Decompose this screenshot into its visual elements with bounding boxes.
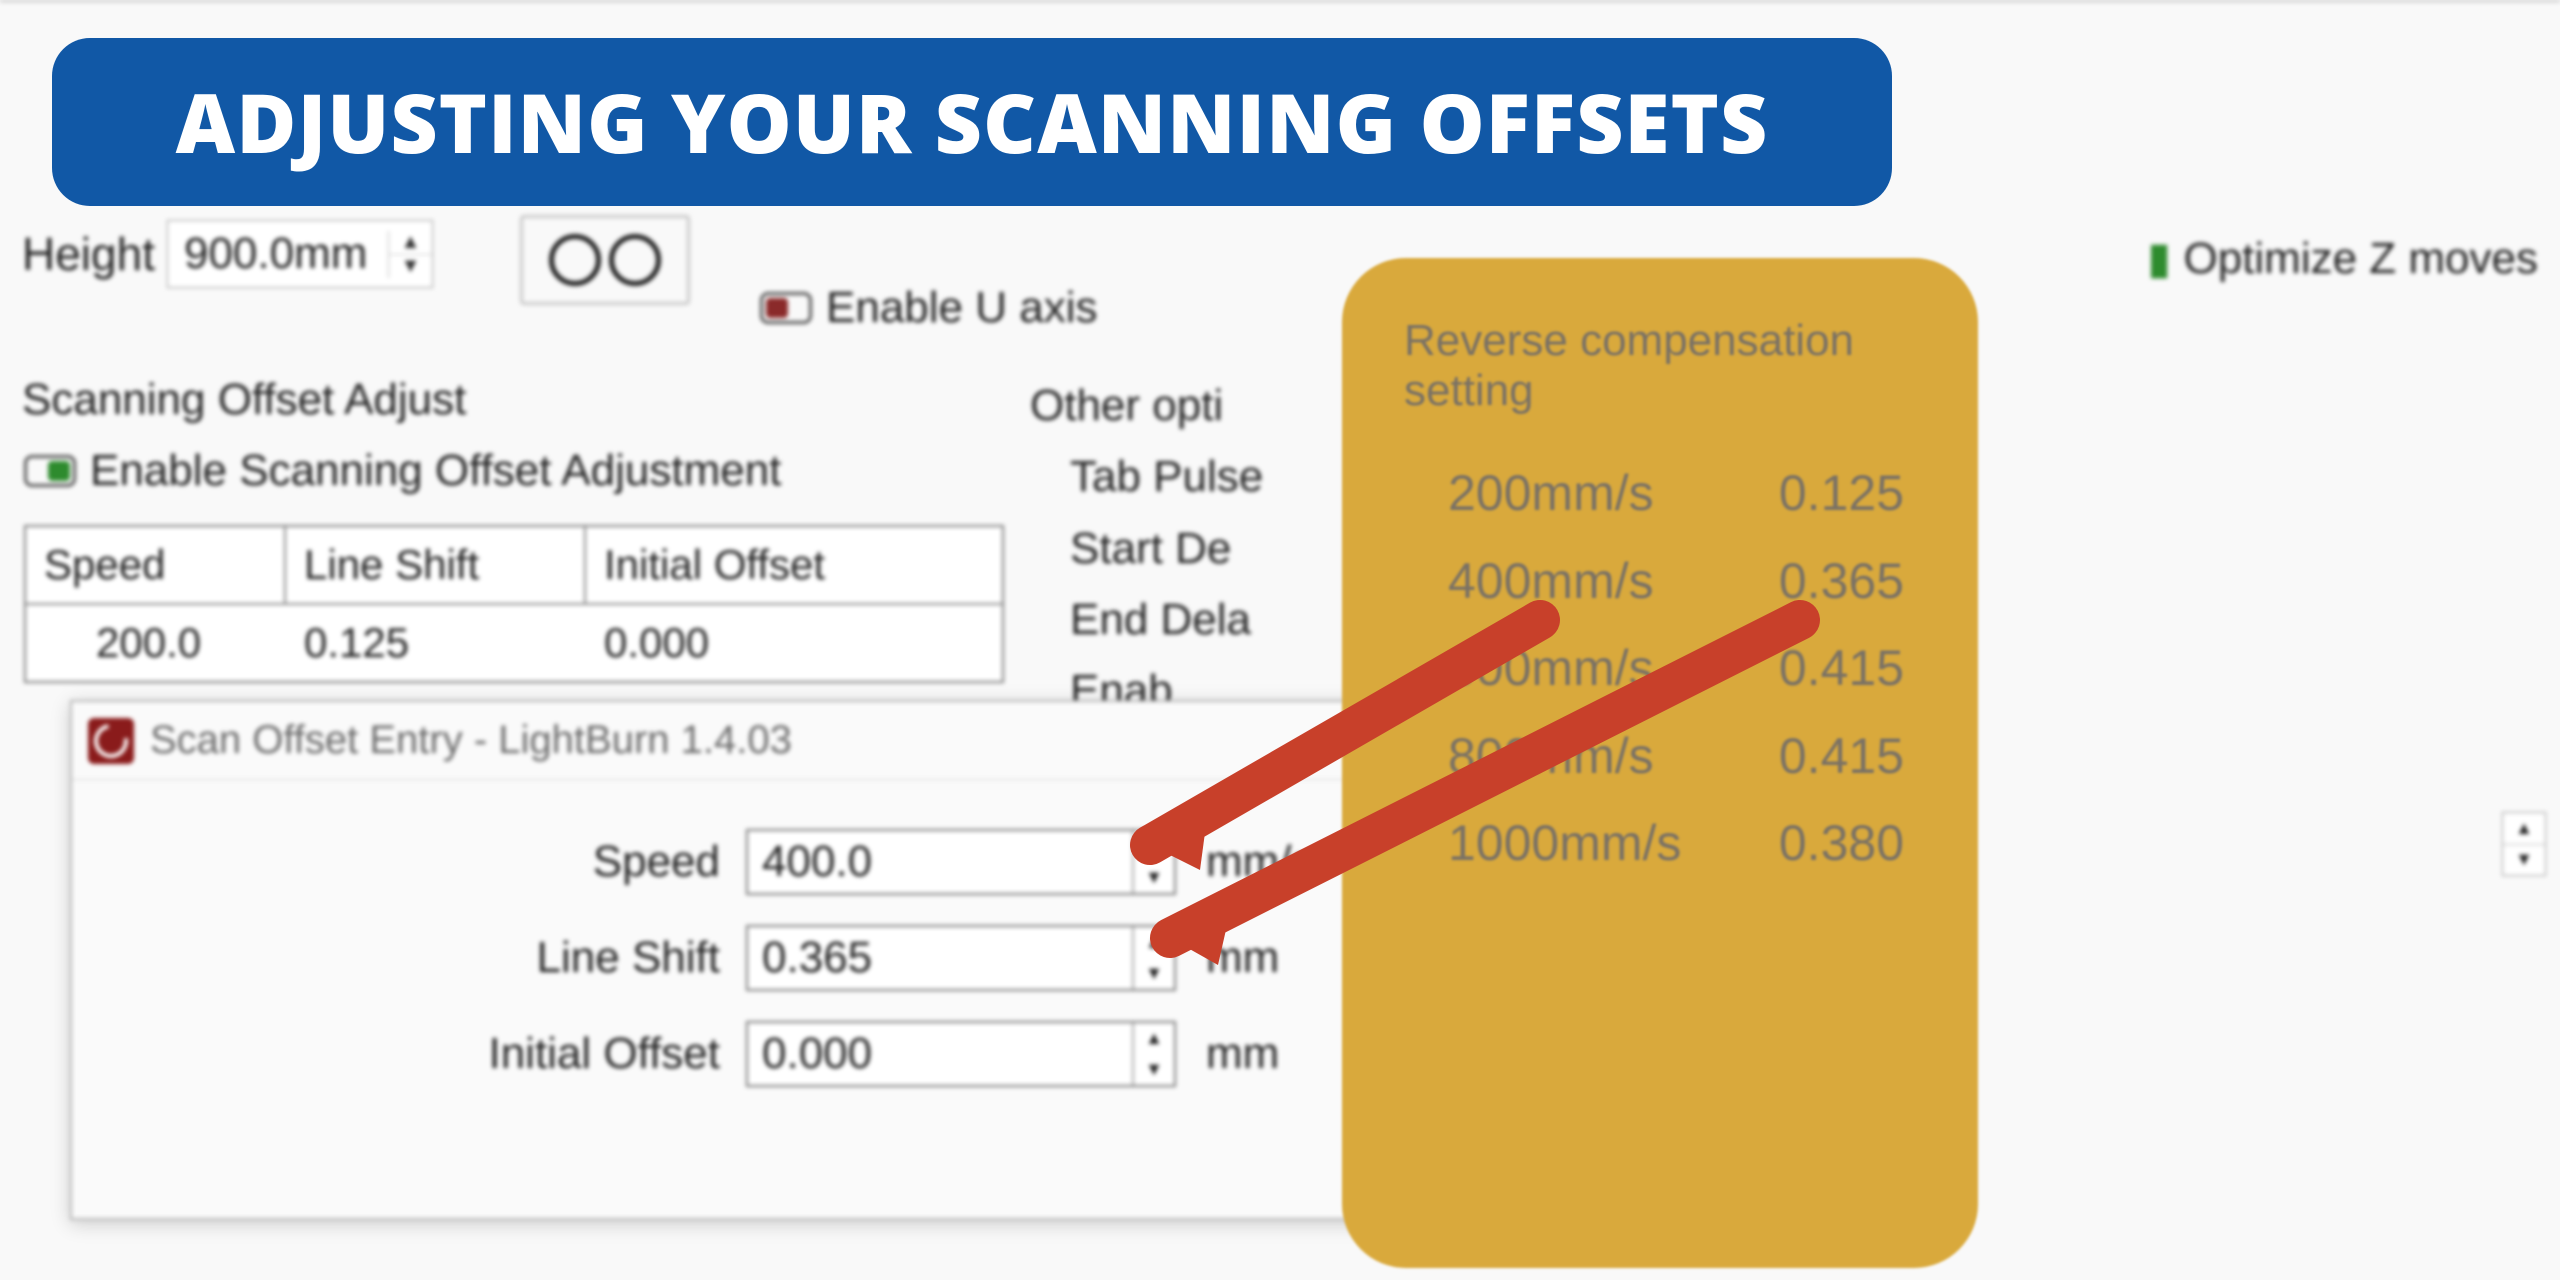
annotation-arrows [0, 0, 2560, 1280]
